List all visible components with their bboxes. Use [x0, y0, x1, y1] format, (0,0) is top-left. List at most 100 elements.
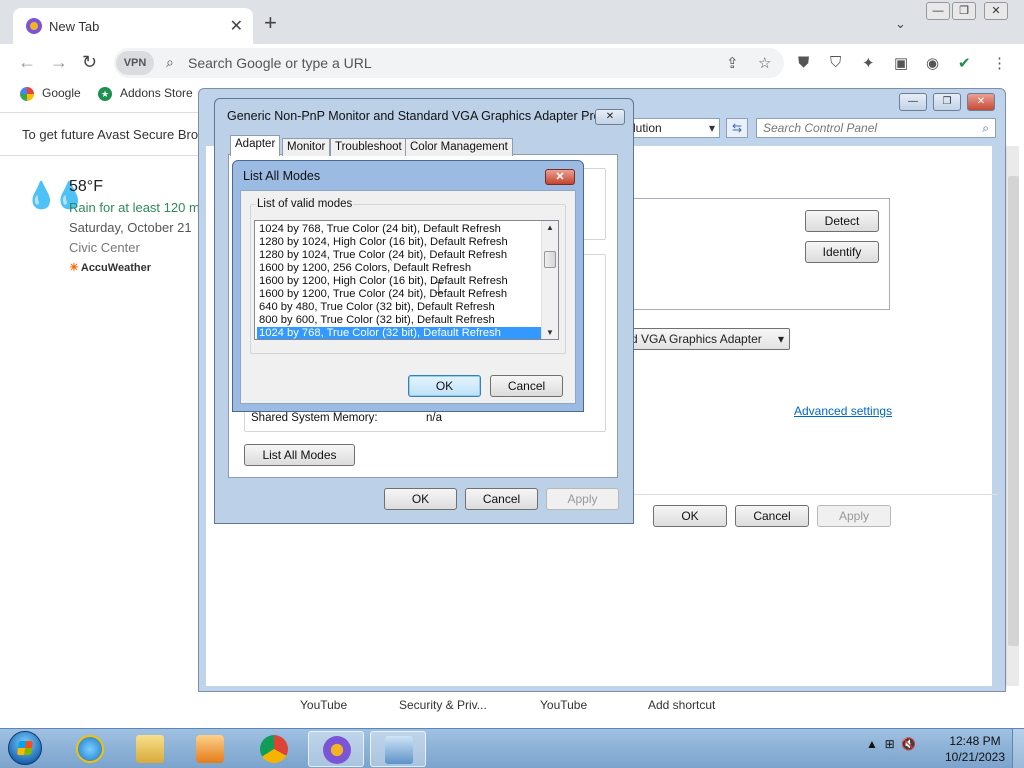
back-icon[interactable]: ←: [18, 52, 36, 73]
profile-icon[interactable]: ◉: [926, 54, 939, 72]
tab-strip: New Tab ✕ + ⌄ — ❐ ✕: [0, 0, 1024, 44]
cp-close-button[interactable]: ✕: [967, 93, 995, 111]
list-item-selected[interactable]: 1024 by 768, True Color (32 bit), Defaul…: [257, 327, 542, 339]
cp-scrollbar[interactable]: [1006, 146, 1019, 686]
properties-apply-button[interactable]: Apply: [546, 488, 619, 510]
list-item[interactable]: 1280 by 1024, True Color (24 bit), Defau…: [257, 249, 542, 262]
list-item[interactable]: 1600 by 1200, 256 Colors, Default Refres…: [257, 262, 542, 275]
modes-scrollbar[interactable]: ▲ ▼: [541, 221, 558, 339]
maximize-window-button[interactable]: ❐: [952, 2, 976, 20]
weather-widget[interactable]: 💧💧 58°F Rain for at least 120 m Saturday…: [25, 178, 205, 278]
tab-adapter[interactable]: Adapter: [230, 135, 281, 156]
modes-listbox[interactable]: 1024 by 768, True Color (24 bit), Defaul…: [254, 220, 559, 340]
shared-memory-label: Shared System Memory:: [251, 412, 378, 424]
tray-expand-icon[interactable]: ▲: [866, 737, 878, 751]
tab-title: New Tab: [49, 19, 100, 34]
modes-close-button[interactable]: ✕: [545, 169, 575, 185]
vpn-button[interactable]: VPN: [116, 51, 154, 75]
avast-browser-icon: [323, 736, 351, 764]
modes-cancel-button[interactable]: Cancel: [490, 375, 563, 397]
advanced-settings-link[interactable]: Advanced settings: [794, 404, 892, 418]
list-item[interactable]: 1600 by 1200, True Color (24 bit), Defau…: [257, 288, 542, 301]
forward-icon[interactable]: →: [50, 52, 68, 73]
list-item[interactable]: 800 by 600, True Color (32 bit), Default…: [257, 314, 542, 327]
shortcut-youtube-2[interactable]: YouTube: [540, 698, 587, 712]
show-desktop-button[interactable]: [1012, 729, 1024, 768]
display-select[interactable]: rd VGA Graphics Adapter: [618, 328, 790, 350]
tab-color-management[interactable]: Color Management: [405, 138, 513, 156]
cp-scroll-thumb[interactable]: [1008, 176, 1019, 646]
valid-modes-label: List of valid modes: [256, 198, 354, 210]
modes-ok-button[interactable]: OK: [408, 375, 481, 397]
shortcut-youtube[interactable]: YouTube: [300, 698, 347, 712]
scroll-up-icon[interactable]: ▲: [546, 223, 554, 232]
weather-date: Saturday, October 21: [69, 220, 192, 235]
cp-search-input[interactable]: Search Control Panel ⌕: [756, 118, 996, 138]
chrome-icon: [260, 735, 288, 763]
side-panel-icon[interactable]: ▣: [894, 54, 908, 72]
extensions-puzzle-icon[interactable]: ✦: [862, 54, 875, 72]
list-item[interactable]: 1280 by 1024, High Color (16 bit), Defau…: [257, 236, 542, 249]
taskbar-chrome[interactable]: [246, 731, 302, 767]
taskbar-internet-explorer[interactable]: [62, 731, 118, 767]
weather-location: Civic Center: [69, 240, 140, 255]
system-tray[interactable]: ▲ ⊞ 🔇: [866, 737, 916, 751]
cp-maximize-button[interactable]: ❐: [933, 93, 961, 111]
properties-close-button[interactable]: ✕: [595, 109, 625, 125]
extension-shield-icon[interactable]: ⛊: [798, 54, 809, 71]
share-icon[interactable]: ⇪: [726, 54, 739, 72]
avast-security-icon[interactable]: ✔: [958, 54, 971, 72]
start-button[interactable]: [2, 729, 46, 768]
add-shortcut[interactable]: Add shortcut: [648, 698, 715, 712]
bookmark-star-icon[interactable]: ☆: [758, 54, 771, 72]
accuweather-logo[interactable]: AccuWeather: [69, 261, 151, 274]
cp-refresh-icon[interactable]: ⇆: [726, 118, 748, 138]
list-item[interactable]: 1024 by 768, True Color (24 bit), Defaul…: [257, 223, 542, 236]
cp-apply-button[interactable]: Apply: [817, 505, 891, 527]
internet-explorer-icon: [76, 735, 104, 763]
new-tab-plus-icon[interactable]: +: [264, 12, 277, 34]
shortcut-security-privacy[interactable]: Security & Priv...: [399, 698, 487, 712]
avast-notice-bar: To get future Avast Secure Brow: [0, 112, 210, 156]
properties-ok-button[interactable]: OK: [384, 488, 457, 510]
tab-new-tab[interactable]: New Tab ✕: [13, 8, 253, 44]
scroll-down-icon[interactable]: ▼: [546, 328, 554, 337]
clock[interactable]: 12:48 PM 10/21/2023: [940, 733, 1010, 765]
cp-separator: [618, 494, 998, 495]
omnibox[interactable]: VPN ⌕ Search Google or type a URL: [114, 48, 784, 78]
cp-cancel-button[interactable]: Cancel: [735, 505, 809, 527]
taskbar-media-player[interactable]: [182, 731, 238, 767]
detect-button[interactable]: Detect: [805, 210, 879, 232]
identify-button[interactable]: Identify: [805, 241, 879, 263]
list-item[interactable]: 1600 by 1200, High Color (16 bit), Defau…: [257, 275, 542, 288]
forecast-text: Rain for at least 120 m: [69, 200, 200, 215]
tab-troubleshoot[interactable]: Troubleshoot: [330, 138, 407, 156]
menu-kebab-icon[interactable]: ⋮: [992, 54, 1007, 72]
network-icon[interactable]: ⊞: [885, 737, 895, 751]
modes-scroll-thumb[interactable]: [544, 251, 556, 268]
store-icon: ★: [98, 86, 112, 101]
properties-cancel-button[interactable]: Cancel: [465, 488, 538, 510]
privacy-shield-icon[interactable]: ⛉: [830, 54, 841, 71]
cp-address-dropdown[interactable]: lution: [628, 118, 720, 138]
cp-ok-button[interactable]: OK: [653, 505, 727, 527]
taskbar-file-explorer[interactable]: [122, 731, 178, 767]
taskbar-avast-browser[interactable]: [308, 731, 364, 767]
volume-muted-icon[interactable]: 🔇: [901, 737, 916, 751]
minimize-window-button[interactable]: —: [926, 2, 950, 20]
close-window-button[interactable]: ✕: [984, 2, 1008, 20]
avast-browser-icon: [26, 18, 42, 34]
reload-icon[interactable]: ↻: [82, 52, 97, 73]
shared-memory-value: n/a: [426, 412, 442, 424]
mouse-cursor-icon: ⌶: [434, 280, 444, 297]
tab-search-chevron-icon[interactable]: ⌄: [895, 16, 906, 32]
omnibox-placeholder: Search Google or type a URL: [188, 55, 372, 71]
bookmark-google[interactable]: Google: [20, 86, 81, 101]
list-item[interactable]: 640 by 480, True Color (32 bit), Default…: [257, 301, 542, 314]
bookmark-addons-store[interactable]: ★ Addons Store: [98, 86, 193, 101]
tab-monitor[interactable]: Monitor: [282, 138, 331, 156]
cp-minimize-button[interactable]: —: [899, 93, 927, 111]
taskbar-control-panel[interactable]: [370, 731, 426, 767]
close-tab-icon[interactable]: ✕: [230, 16, 243, 36]
list-all-modes-button[interactable]: List All Modes: [244, 444, 355, 466]
